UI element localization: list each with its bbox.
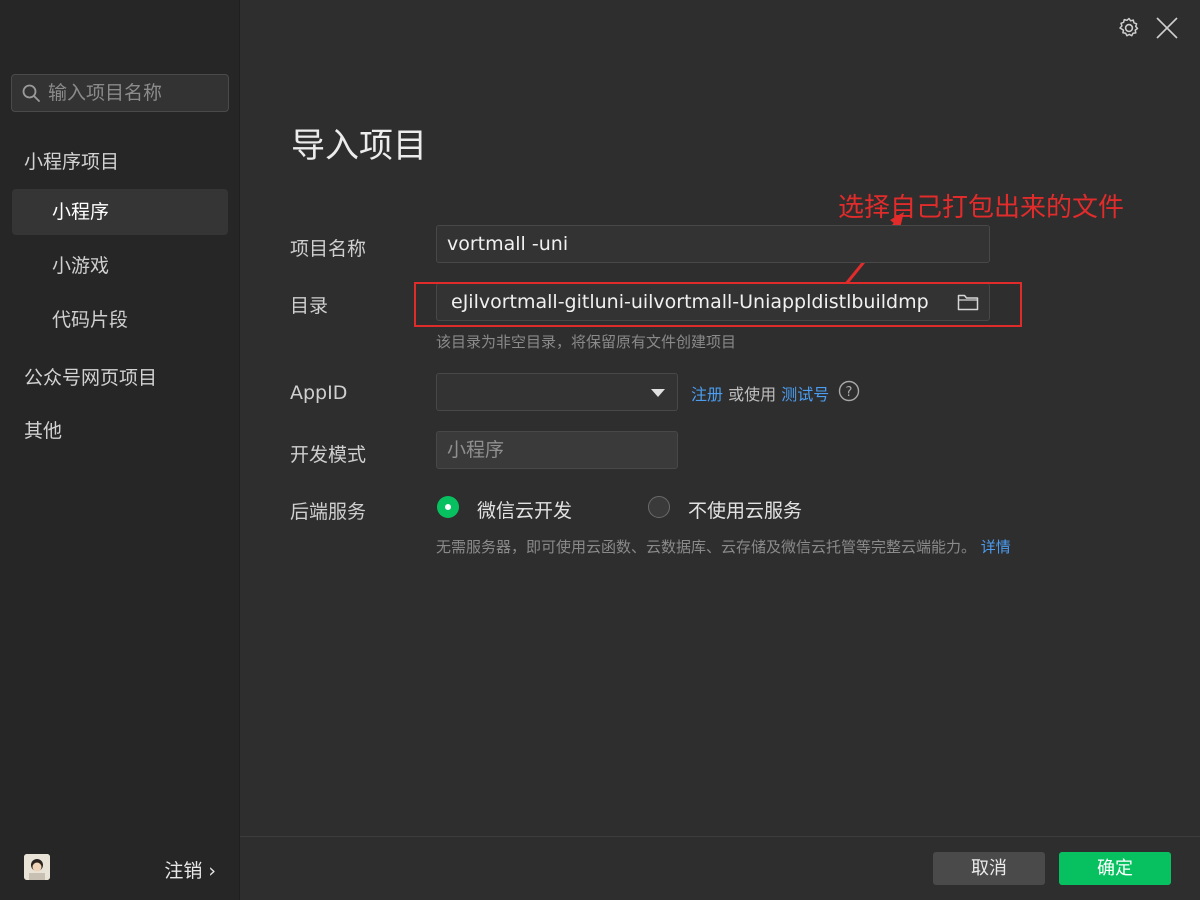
project-name-input[interactable]: vortmall -uni [436,225,990,263]
radio-selected-indicator [437,496,459,518]
directory-path: eJilvortmall-gitluni-uilvortmall-Uniappl… [451,291,929,313]
detail-link[interactable]: 详情 [981,538,1011,556]
help-icon[interactable]: ? [838,380,860,402]
sidebar-item-label: 小游戏 [52,255,110,277]
search-input[interactable] [48,75,224,111]
sidebar-item-label: 小程序 [52,201,110,223]
svg-text:?: ? [846,385,853,400]
backend-label: 后端服务 [290,501,367,523]
chevron-down-icon [651,389,665,397]
import-project-window: 小程序项目 小程序 小游戏 代码片段 公众号网页项目 其他 注销 › [0,0,1200,900]
sidebar-item-code-snippet[interactable]: 代码片段 [12,297,228,343]
or-use-text: 或使用 [723,385,782,404]
directory-label: 目录 [290,295,329,317]
directory-hint: 该目录为非空目录，将保留原有文件创建项目 [436,333,737,351]
logout-button[interactable]: 注销 › [164,856,216,883]
nav-group-miniprogram-projects[interactable]: 小程序项目 [24,147,119,174]
gear-icon[interactable] [1117,16,1141,40]
close-icon[interactable] [1155,16,1179,40]
radio-no-cloud[interactable]: 不使用云服务 [648,496,828,522]
user-area: 注销 › [0,836,240,900]
cancel-button[interactable]: 取消 [933,852,1045,885]
radio-cloud-dev[interactable]: 微信云开发 [437,496,607,522]
search-box[interactable] [11,74,229,112]
dev-mode-field: 小程序 [436,431,678,469]
radio-label: 不使用云服务 [688,500,803,522]
directory-input[interactable]: eJilvortmall-gitluni-uilvortmall-Uniappl… [436,283,990,321]
sidebar-item-miniprogram[interactable]: 小程序 [12,189,228,235]
register-link[interactable]: 注册 [691,385,723,404]
sidebar: 小程序项目 小程序 小游戏 代码片段 公众号网页项目 其他 注销 › [0,0,240,900]
avatar[interactable] [24,854,50,880]
backend-description: 无需服务器，即可使用云函数、云数据库、云存储及微信云托管等完整云端能力。 详情 [436,534,1016,560]
backend-desc-text: 无需服务器，即可使用云函数、云数据库、云存储及微信云托管等完整云端能力。 [436,538,977,556]
appid-select[interactable] [436,373,678,411]
page-title: 导入项目 [291,126,427,166]
radio-unselected-indicator [648,496,670,518]
nav-group-official-account[interactable]: 公众号网页项目 [24,363,157,390]
project-name-label: 项目名称 [290,238,367,260]
appid-label: AppID [290,382,348,404]
footer [240,836,1200,900]
dev-mode-label: 开发模式 [290,444,367,466]
sidebar-item-label: 代码片段 [52,309,129,331]
nav-group-other[interactable]: 其他 [24,416,62,443]
folder-icon[interactable] [957,292,979,312]
radio-label: 微信云开发 [477,500,573,522]
search-icon [22,84,40,102]
appid-extra: 注册 或使用 测试号 [691,381,829,405]
confirm-button[interactable]: 确定 [1059,852,1171,885]
test-account-link[interactable]: 测试号 [781,385,829,404]
sidebar-item-minigame[interactable]: 小游戏 [12,243,228,289]
